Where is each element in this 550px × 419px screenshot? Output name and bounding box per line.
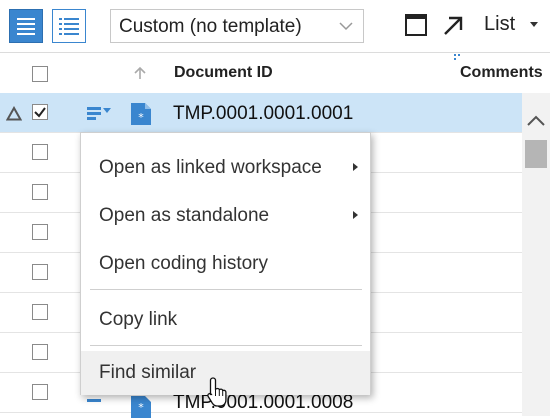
menu-separator <box>90 345 362 346</box>
menu-item-open-standalone[interactable]: Open as standalone <box>81 194 370 238</box>
row-checkbox[interactable] <box>32 344 48 360</box>
context-menu: Open as linked workspace Open as standal… <box>80 132 371 395</box>
list-view-button[interactable] <box>52 9 86 43</box>
template-select[interactable]: Custom (no template) <box>110 9 364 43</box>
document-icon: * <box>131 396 151 418</box>
warning-triangle-icon <box>6 106 22 121</box>
column-header-comments[interactable]: Comments <box>460 64 543 82</box>
menu-item-label: Copy link <box>99 309 178 330</box>
scrollbar-thumb[interactable] <box>525 140 547 168</box>
toolbar: Custom (no template) List <box>0 0 550 52</box>
checkmark-icon <box>34 107 46 118</box>
hand-cursor-icon <box>207 377 227 407</box>
menu-item-label: Open as standalone <box>99 205 270 226</box>
scroll-up-icon[interactable] <box>522 111 550 131</box>
row-checkbox[interactable] <box>32 304 48 320</box>
menu-item-copy-link[interactable]: Copy link <box>81 298 370 342</box>
sort-up-icon[interactable] <box>133 66 147 80</box>
table-header: Document ID Comments <box>0 52 550 93</box>
menu-item-label: Open coding history <box>99 253 268 274</box>
row-checkbox[interactable] <box>32 264 48 280</box>
menu-item-open-linked-workspace[interactable]: Open as linked workspace <box>81 146 370 190</box>
row-checkbox[interactable] <box>32 104 48 120</box>
menu-item-open-coding-history[interactable]: Open coding history <box>81 242 370 286</box>
submenu-arrow-icon <box>353 211 358 219</box>
column-header-document-id[interactable]: Document ID <box>174 64 273 82</box>
vertical-scrollbar[interactable] <box>522 93 550 416</box>
document-icon: * <box>131 103 151 125</box>
expand-arrow-icon[interactable] <box>441 12 465 38</box>
submenu-arrow-icon <box>353 163 358 171</box>
menu-separator <box>90 289 362 290</box>
svg-text:*: * <box>138 111 144 124</box>
select-all-checkbox[interactable] <box>32 66 48 82</box>
grid-view-button[interactable] <box>9 9 43 43</box>
row-checkbox[interactable] <box>32 384 48 400</box>
list-view-icon <box>59 18 79 35</box>
chevron-down-icon <box>339 22 353 31</box>
template-select-value: Custom (no template) <box>119 16 302 37</box>
svg-text:*: * <box>138 401 144 414</box>
list-mode-label[interactable]: List <box>484 13 515 36</box>
row-options-icon[interactable] <box>87 105 113 121</box>
row-checkbox[interactable] <box>32 144 48 160</box>
caret-down-icon[interactable] <box>530 22 538 27</box>
row-checkbox[interactable] <box>32 224 48 240</box>
maximize-icon[interactable] <box>404 12 428 38</box>
grid-view-icon <box>17 18 35 35</box>
table-row[interactable]: * TMP.0001.0001.0001 <box>0 93 550 133</box>
menu-item-label: Open as linked workspace <box>99 157 322 178</box>
row-options-icon[interactable] <box>87 397 101 413</box>
menu-item-label: Find similar <box>99 362 197 383</box>
document-id-cell: TMP.0001.0001.0008 <box>173 392 354 413</box>
document-id-cell: TMP.0001.0001.0001 <box>173 103 354 124</box>
row-checkbox[interactable] <box>32 184 48 200</box>
column-resize-handle-icon[interactable] <box>453 53 461 61</box>
